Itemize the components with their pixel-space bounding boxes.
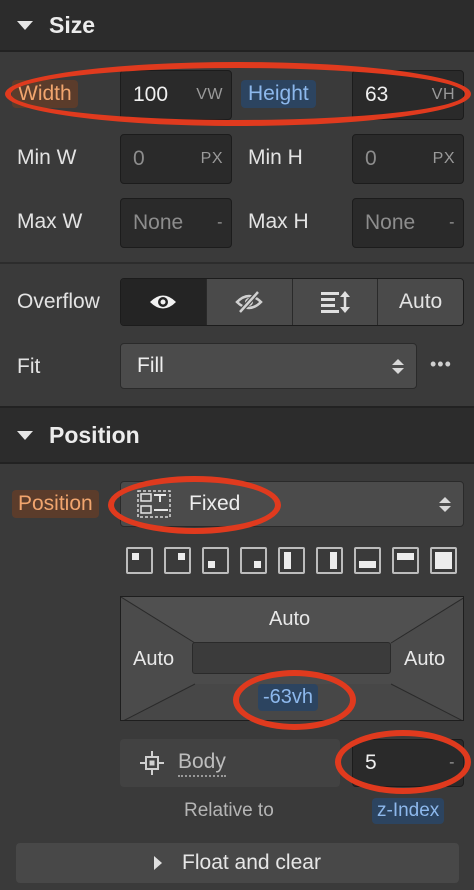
overflow-scroll-button[interactable]: [292, 279, 379, 325]
offset-bottom-value[interactable]: -63vh: [258, 684, 319, 711]
max-height-value: None: [365, 211, 416, 234]
zindex-unit: -: [449, 754, 455, 771]
overflow-visible-button[interactable]: [121, 279, 207, 325]
position-label[interactable]: Position: [12, 490, 99, 518]
float-and-clear-title: Float and clear: [182, 851, 321, 874]
offset-left-value[interactable]: Auto: [133, 648, 174, 671]
divider: [0, 262, 474, 264]
preset-bottom-button[interactable]: [354, 547, 381, 574]
position-section-title: Position: [49, 421, 140, 448]
height-label[interactable]: Height: [241, 80, 316, 108]
width-input[interactable]: 100 VW: [120, 70, 232, 120]
width-unit-selector[interactable]: VW: [196, 86, 223, 104]
min-height-unit-selector[interactable]: PX: [433, 150, 455, 168]
more-options-button[interactable]: •••: [430, 354, 452, 375]
preset-bottom-right-button[interactable]: [240, 547, 267, 574]
overflow-hidden-button[interactable]: [206, 279, 293, 325]
height-value: 63: [365, 83, 389, 106]
preset-top-left-button[interactable]: [126, 547, 153, 574]
width-label[interactable]: Width: [12, 80, 78, 108]
position-value: Fixed: [189, 492, 241, 515]
min-width-label: Min W: [17, 146, 77, 169]
size-section-title: Size: [49, 11, 96, 38]
zindex-input[interactable]: 5 -: [352, 739, 464, 787]
max-width-label: Max W: [17, 210, 83, 233]
preset-right-button[interactable]: [316, 547, 343, 574]
fixed-position-icon: [137, 490, 171, 518]
eye-off-icon: [235, 290, 263, 314]
collapse-caret-icon: [17, 430, 33, 440]
relative-to-selector[interactable]: Body: [120, 739, 340, 787]
min-width-unit-selector[interactable]: PX: [201, 150, 223, 168]
position-presets: [126, 547, 457, 574]
max-width-value: None: [133, 211, 184, 234]
element-center-box: [192, 642, 391, 674]
divider: [0, 462, 474, 464]
size-section-header[interactable]: Size: [0, 0, 474, 50]
max-width-unit-selector[interactable]: -: [217, 214, 223, 232]
collapse-caret-icon: [17, 20, 33, 30]
overflow-segmented-control[interactable]: Auto: [120, 278, 464, 326]
preset-left-button[interactable]: [278, 547, 305, 574]
min-height-input[interactable]: 0 PX: [352, 134, 464, 184]
preset-bottom-left-button[interactable]: [202, 547, 229, 574]
select-arrows-icon: [392, 358, 404, 374]
overflow-label: Overflow: [17, 290, 100, 313]
divider: [0, 50, 474, 52]
offset-right-value[interactable]: Auto: [404, 648, 445, 671]
relative-element-name: Body: [178, 750, 226, 777]
relative-to-label: Relative to: [184, 800, 274, 821]
preset-top-right-button[interactable]: [164, 547, 191, 574]
max-height-unit-selector[interactable]: -: [449, 214, 455, 232]
preset-top-button[interactable]: [392, 547, 419, 574]
fit-label: Fit: [17, 355, 41, 378]
eye-icon: [150, 295, 177, 309]
expand-caret-icon: [154, 856, 163, 870]
position-section-header[interactable]: Position: [0, 408, 474, 462]
zindex-label[interactable]: z-Index: [372, 798, 445, 824]
min-width-input[interactable]: 0 PX: [120, 134, 232, 184]
width-value: 100: [133, 83, 169, 106]
zindex-value: 5: [365, 751, 377, 774]
max-height-input[interactable]: None -: [352, 198, 464, 248]
height-input[interactable]: 63 VH: [352, 70, 464, 120]
float-and-clear-section-header[interactable]: Float and clear: [16, 843, 459, 883]
body-element-icon: [140, 751, 164, 775]
max-width-input[interactable]: None -: [120, 198, 232, 248]
scroll-icon: [320, 291, 350, 313]
overflow-auto-button[interactable]: Auto: [378, 279, 463, 325]
preset-full-button[interactable]: [430, 547, 457, 574]
fit-select[interactable]: Fill: [120, 343, 417, 389]
max-height-label: Max H: [248, 210, 309, 233]
min-width-value: 0: [133, 147, 145, 170]
offset-top-value[interactable]: Auto: [269, 608, 310, 631]
select-arrows-icon: [439, 496, 451, 512]
min-height-value: 0: [365, 147, 377, 170]
min-height-label: Min H: [248, 146, 303, 169]
fit-value: Fill: [137, 354, 164, 377]
height-unit-selector[interactable]: VH: [432, 86, 455, 104]
position-select[interactable]: Fixed: [120, 481, 464, 527]
